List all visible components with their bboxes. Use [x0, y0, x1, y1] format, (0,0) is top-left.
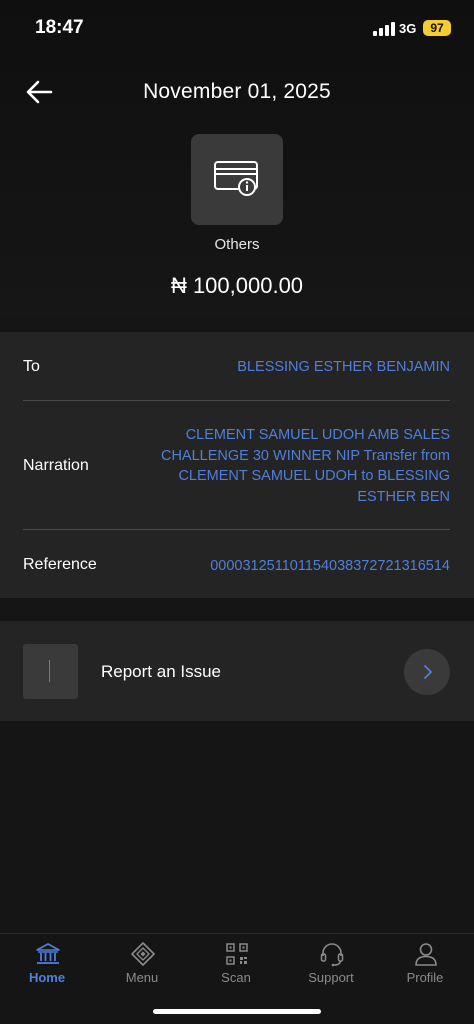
- card-info-icon: [214, 161, 258, 196]
- detail-row-narration: Narration CLEMENT SAMUEL UDOH AMB SALES …: [23, 425, 450, 509]
- nav-label: Menu: [125, 970, 159, 985]
- nav-profile[interactable]: Profile: [378, 934, 472, 994]
- transaction-amount: ₦ 100,000.00: [170, 273, 304, 298]
- headset-icon: [320, 943, 344, 967]
- nav-label: Scan: [221, 970, 251, 985]
- page-title: November 01, 2025: [143, 80, 331, 103]
- report-issue-button[interactable]: Report an Issue: [0, 621, 474, 721]
- network-type: 3G: [399, 21, 417, 36]
- narration-line: ESTHER BEN: [357, 488, 450, 505]
- nav-label: Support: [308, 970, 354, 985]
- profile-icon: [415, 943, 437, 966]
- nav-label: Profile: [406, 970, 444, 985]
- category-tile: [191, 134, 283, 225]
- divider: [23, 529, 450, 530]
- report-issue-label: Report an Issue: [101, 662, 222, 681]
- category-label: Others: [214, 236, 260, 253]
- detail-row-reference: Reference 000031251101154038372721316514: [23, 555, 450, 579]
- bank-icon: [36, 943, 60, 964]
- reference-number: 000031251101154038372721316514: [210, 558, 450, 574]
- narration-line: CLEMENT SAMUEL UDOH to BLESSING: [178, 468, 450, 484]
- status-time: 18:47: [35, 17, 84, 38]
- qr-scan-icon: [226, 943, 248, 965]
- divider: [23, 400, 450, 401]
- menu-diamond-icon: [131, 942, 155, 966]
- nav-label: Home: [28, 970, 66, 985]
- nav-menu[interactable]: Menu: [95, 934, 189, 994]
- detail-label: Reference: [23, 556, 97, 573]
- nav-scan[interactable]: Scan: [189, 934, 283, 994]
- detail-label: Narration: [23, 457, 89, 474]
- narration-value: CLEMENT SAMUEL UDOH AMB SALES CHALLENGE …: [161, 425, 450, 507]
- status-bar: 18:47 3G 97: [0, 0, 474, 56]
- detail-row-to: To BLESSING ESTHER BENJAMIN: [23, 356, 450, 380]
- narration-line: CHALLENGE 30 WINNER NIP Transfer from: [160, 447, 450, 464]
- chevron-right-icon: [424, 665, 432, 679]
- recipient-name: BLESSING ESTHER BENJAMIN: [237, 359, 450, 375]
- nav-support[interactable]: Support: [284, 934, 378, 994]
- nav-home[interactable]: Home: [0, 934, 94, 994]
- detail-label: To: [23, 358, 40, 375]
- home-indicator: [153, 1009, 321, 1014]
- chevron-right-button[interactable]: [404, 649, 450, 695]
- report-thumbnail: [23, 644, 78, 699]
- signal-icon: [373, 22, 395, 36]
- narration-line: CLEMENT SAMUEL UDOH AMB SALES: [185, 427, 450, 443]
- battery-icon: 97: [423, 20, 451, 36]
